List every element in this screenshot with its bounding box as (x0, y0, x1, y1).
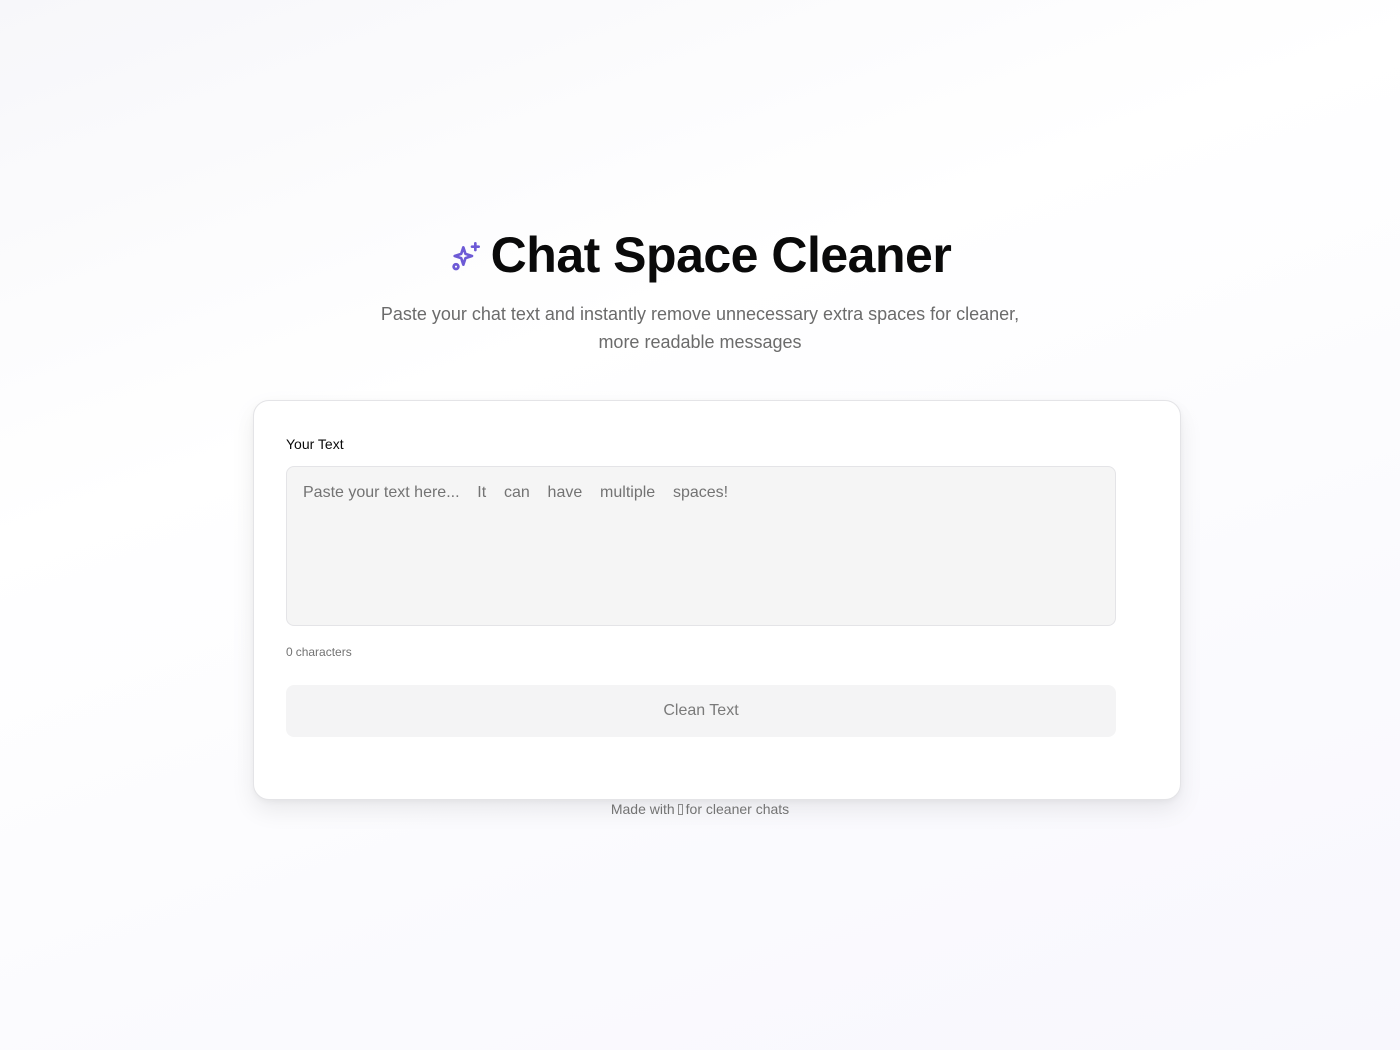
footer-suffix: for cleaner chats (685, 801, 790, 817)
page-title: Chat Space Cleaner (490, 227, 952, 283)
text-field-label: Your Text (286, 436, 344, 452)
page-footer: Made with for cleaner chats (0, 800, 1400, 818)
page-subtitle: Paste your chat text and instantly remov… (380, 304, 1020, 352)
character-count-label: characters (295, 645, 352, 659)
character-count-number: 0 (286, 645, 293, 659)
character-count: 0 characters (286, 644, 1148, 660)
title-row: Chat Space Cleaner (0, 226, 1400, 284)
heart-icon (677, 804, 683, 815)
text-input[interactable] (286, 466, 1116, 626)
footer-prefix: Made with (610, 801, 675, 817)
cleaner-card: Your Text 0characters Clean Text (253, 400, 1181, 800)
clean-text-button[interactable]: Clean Text (286, 685, 1116, 737)
page-header: Chat Space Cleaner Paste your chat text … (0, 226, 1400, 356)
sparkles-icon (449, 239, 483, 273)
